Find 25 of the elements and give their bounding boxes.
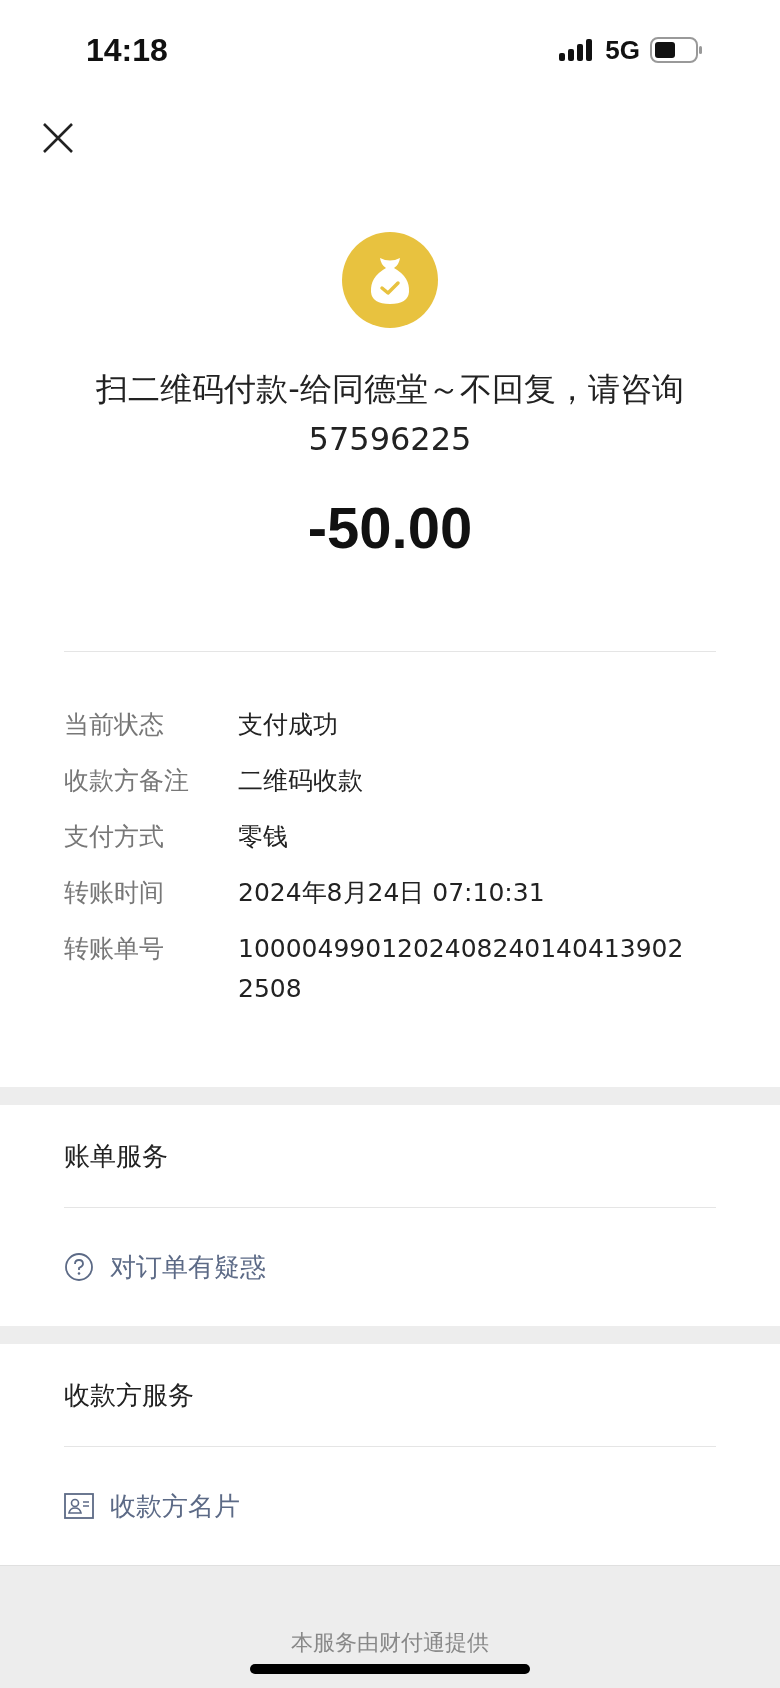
detail-value: 2508 bbox=[238, 973, 303, 1005]
detail-value: 1000049901202408240140413902 bbox=[238, 933, 684, 965]
close-icon[interactable] bbox=[42, 122, 74, 154]
battery-icon bbox=[650, 37, 702, 63]
detail-label: 转账单号 bbox=[64, 933, 165, 965]
payment-amount: -50.00 bbox=[307, 494, 473, 561]
section-title: 账单服务 bbox=[64, 1105, 716, 1208]
detail-label: 当前状态 bbox=[64, 709, 165, 741]
detail-value: 二维码收款 bbox=[238, 765, 363, 797]
status-time: 14:18 bbox=[86, 31, 168, 69]
section-title: 收款方服务 bbox=[64, 1344, 716, 1447]
payment-title: 扫二维码付款-给同德堂～不回复，请咨询57596225 bbox=[95, 369, 685, 460]
detail-value: 2024年8月24日 07:10:31 bbox=[238, 877, 545, 909]
contact-card-icon bbox=[64, 1493, 94, 1519]
detail-label: 支付方式 bbox=[64, 821, 165, 853]
service-link[interactable]: 收款方名片 bbox=[110, 1488, 240, 1524]
service-link[interactable]: 对订单有疑惑 bbox=[110, 1249, 266, 1285]
money-bag-icon bbox=[342, 232, 438, 328]
detail-label: 转账时间 bbox=[64, 877, 165, 909]
network-label: 5G bbox=[605, 34, 640, 66]
help-icon bbox=[64, 1252, 94, 1282]
footer-text: 本服务由财付通提供 bbox=[291, 1629, 489, 1657]
detail-value: 支付成功 bbox=[238, 709, 338, 741]
detail-value: 零钱 bbox=[238, 821, 288, 853]
detail-label: 收款方备注 bbox=[64, 765, 190, 797]
